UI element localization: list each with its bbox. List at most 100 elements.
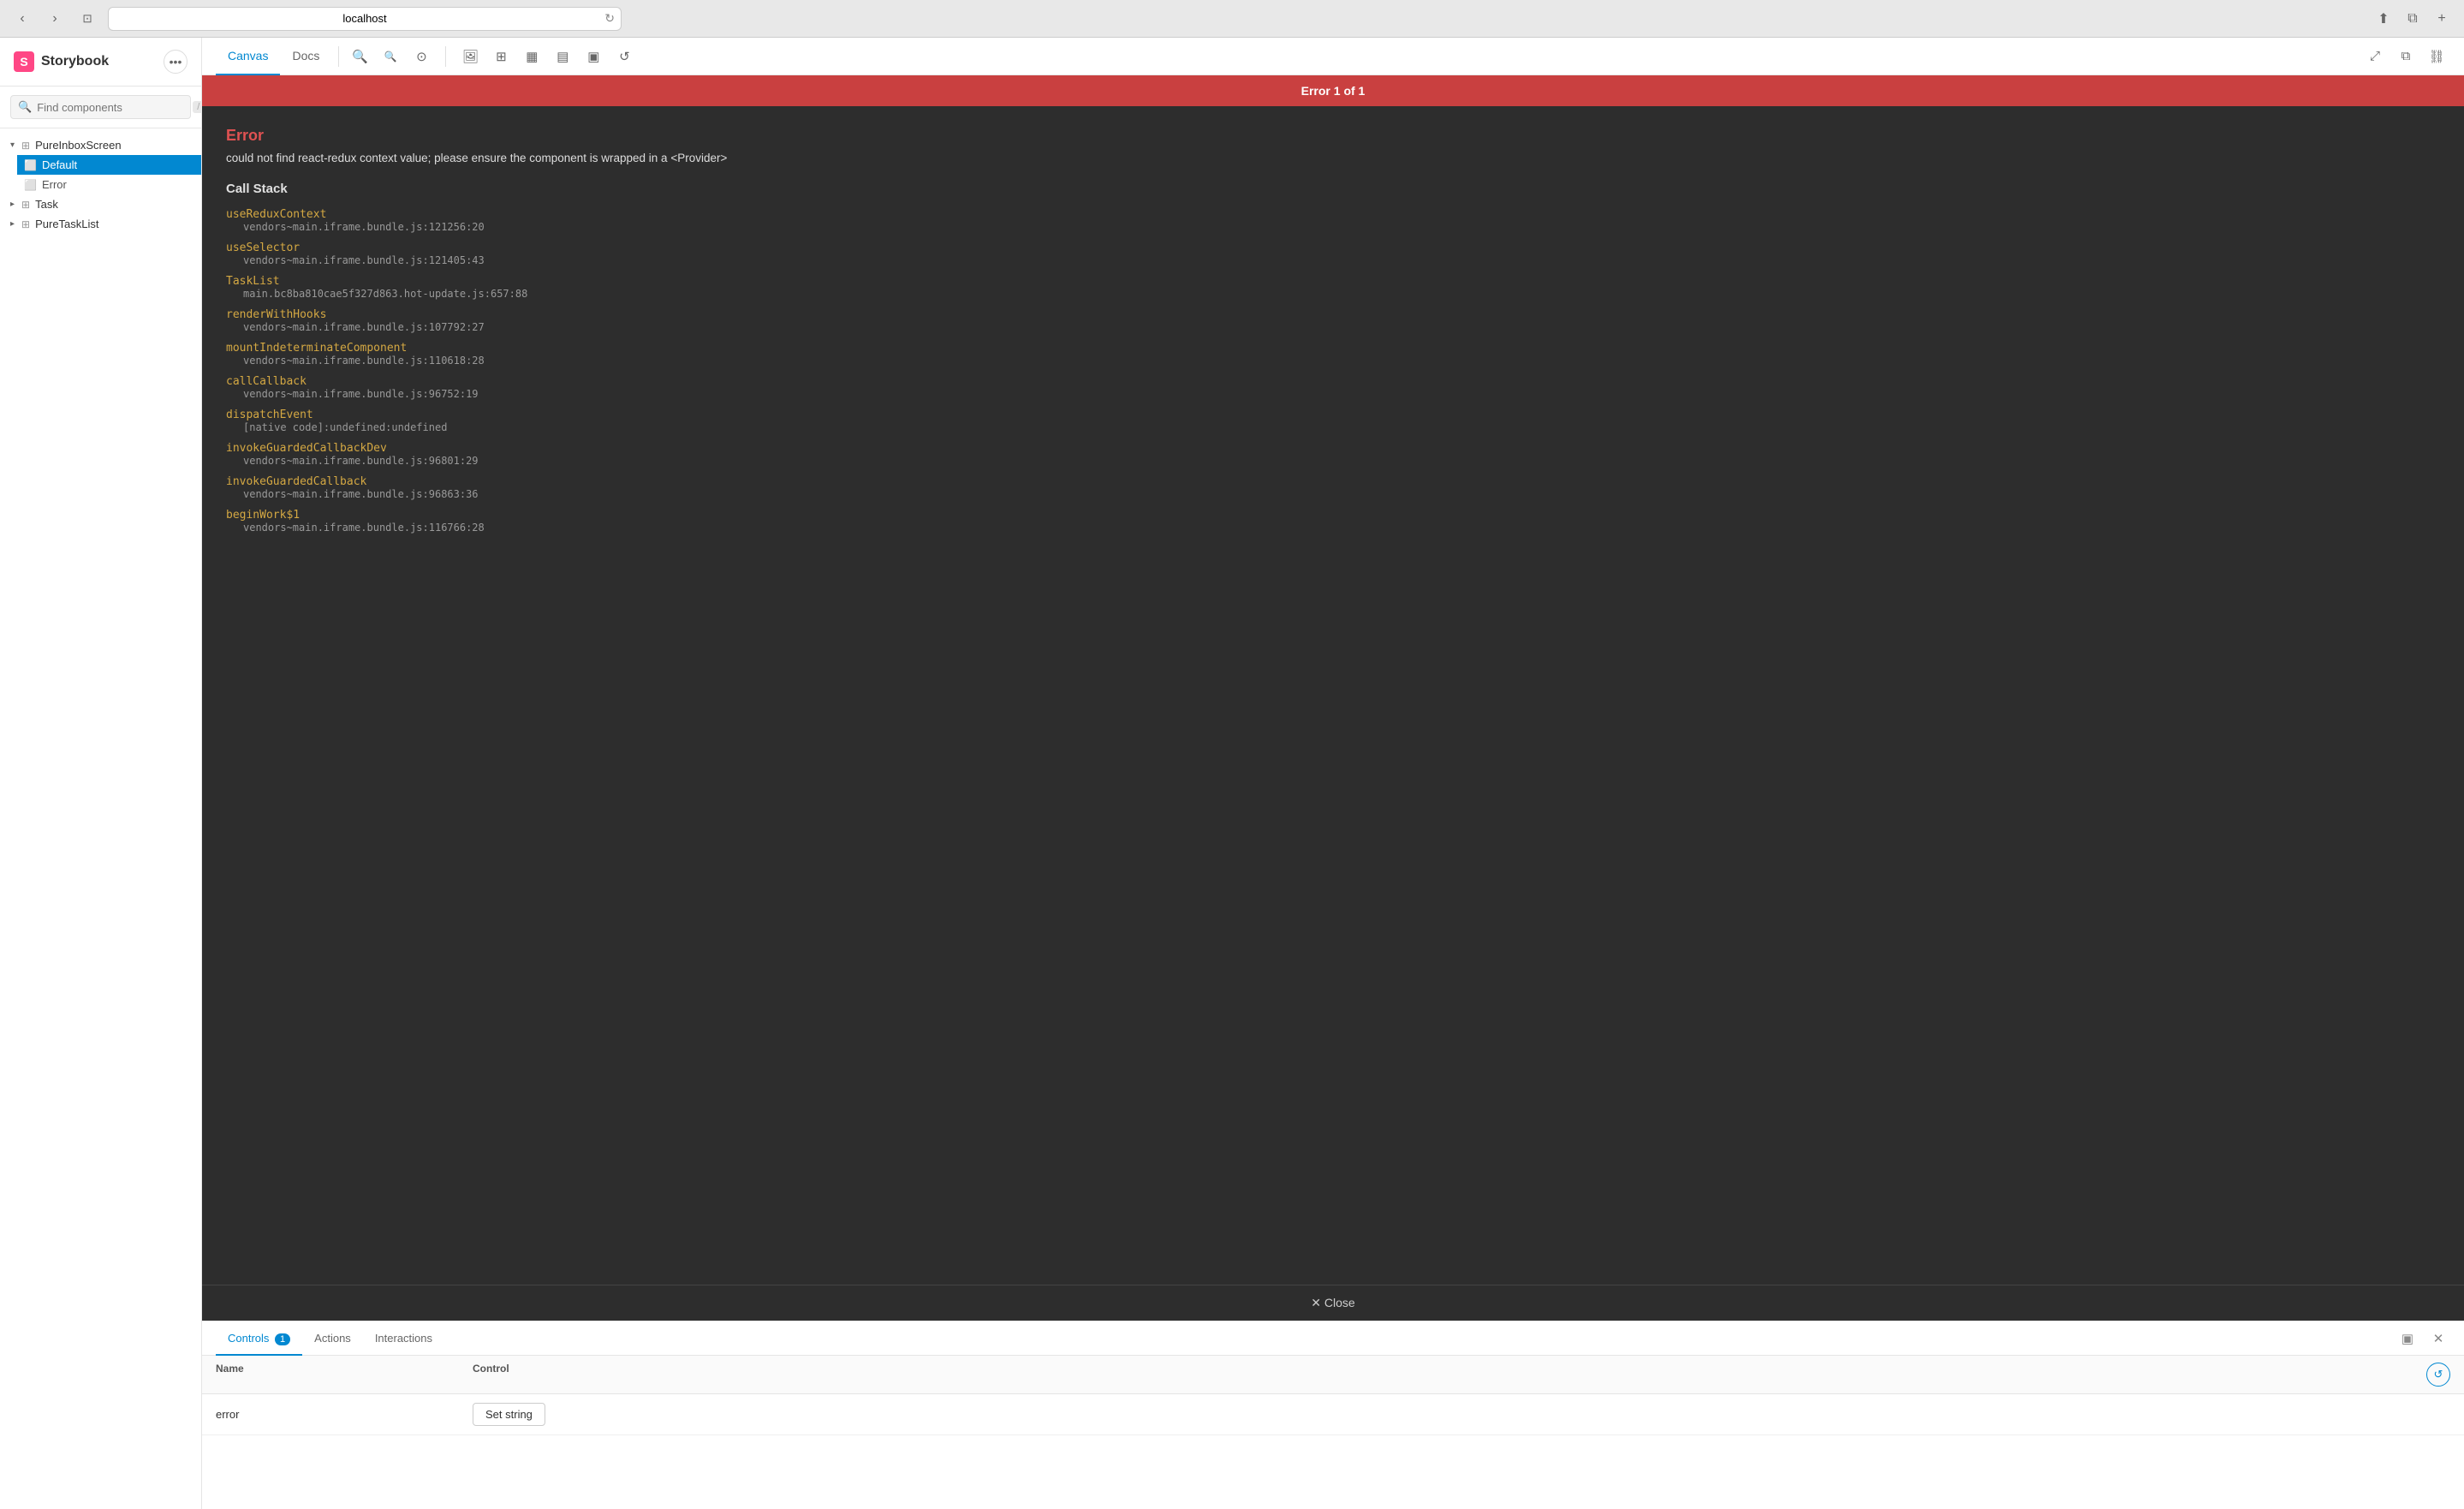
stack-loc: vendors~main.iframe.bundle.js:107792:27 <box>226 321 2440 333</box>
main-content: Canvas Docs 🔍 🔍 ⊙ 🖼 ⊞ ▦ ▤ ▣ ↺ ⤢ ⧉ ⛓ <box>202 38 2464 1509</box>
error-message: could not find react-redux context value… <box>226 152 2440 164</box>
view-outline-button[interactable]: ▣ <box>580 43 607 70</box>
stack-loc: vendors~main.iframe.bundle.js:96863:36 <box>226 488 2440 500</box>
call-stack-title: Call Stack <box>226 182 2440 196</box>
panel-close-button[interactable]: ✕ <box>2426 1327 2450 1351</box>
stack-fn: beginWork$1 <box>226 509 2440 522</box>
sidebar-item-error-label: Error <box>42 178 67 191</box>
sidebar-logo: S Storybook <box>14 51 109 72</box>
control-row-error: error Set string <box>202 1394 2464 1435</box>
sidebar-menu-button[interactable]: ••• <box>164 50 187 74</box>
toolbar-icons: 🔍 🔍 ⊙ 🖼 ⊞ ▦ ▤ ▣ ↺ <box>346 43 638 70</box>
tree-expand-icon: ▾ <box>10 140 15 150</box>
stack-frame: useReduxContext vendors~main.iframe.bund… <box>226 208 2440 233</box>
storybook-logo-icon: S <box>14 51 34 72</box>
controls-table-header: Name Control ↺ <box>202 1356 2464 1394</box>
stack-loc: vendors~main.iframe.bundle.js:116766:28 <box>226 522 2440 534</box>
bottom-panel: Controls 1 Actions Interactions ▣ ✕ Name <box>202 1321 2464 1509</box>
stack-loc: vendors~main.iframe.bundle.js:96801:29 <box>226 455 2440 467</box>
error-banner: Error 1 of 1 <box>202 75 2464 106</box>
zoom-out-button[interactable]: 🔍 <box>377 43 404 70</box>
refresh-button[interactable]: ↺ <box>610 43 638 70</box>
stack-fn: useReduxContext <box>226 208 2440 221</box>
stack-loc: vendors~main.iframe.bundle.js:96752:19 <box>226 388 2440 400</box>
search-input[interactable] <box>37 101 187 114</box>
zoom-in-button[interactable]: 🔍 <box>346 43 373 70</box>
stack-loc: [native code]:undefined:undefined <box>226 421 2440 433</box>
search-bar: 🔍 / <box>0 86 201 128</box>
link-button[interactable]: ⛓ <box>2423 43 2450 70</box>
view-grid-button[interactable]: ⊞ <box>487 43 515 70</box>
tab-controls[interactable]: Controls 1 <box>216 1321 302 1356</box>
address-bar[interactable] <box>108 7 622 31</box>
error-panel: Error could not find react-redux context… <box>202 106 2464 1285</box>
panel-layout-button[interactable]: ▣ <box>2396 1327 2419 1351</box>
toolbar-divider-2 <box>445 46 446 67</box>
toolbar-right: ⤢ ⧉ ⛓ <box>2361 43 2450 70</box>
stack-loc: vendors~main.iframe.bundle.js:121405:43 <box>226 254 2440 266</box>
header-control: Control <box>473 1363 2426 1387</box>
tab-actions[interactable]: Actions <box>302 1321 363 1356</box>
refresh-icon[interactable]: ↻ <box>604 11 615 26</box>
component-icon: ⊞ <box>21 218 30 230</box>
tab-actions-label: Actions <box>314 1332 351 1345</box>
sidebar-item-pure-inbox-screen[interactable]: ▾ ⊞ PureInboxScreen <box>0 135 201 155</box>
sidebar-item-default-label: Default <box>42 158 77 171</box>
browser-back-button[interactable]: ‹ <box>10 7 34 31</box>
search-input-wrapper: 🔍 / <box>10 95 191 119</box>
tab-interactions-label: Interactions <box>375 1332 432 1345</box>
address-bar-wrapper: 🔒 ↻ <box>108 7 622 31</box>
stack-frame: invokeGuardedCallbackDev vendors~main.if… <box>226 442 2440 467</box>
tab-canvas[interactable]: Canvas <box>216 38 280 75</box>
view-sidebar-button[interactable]: ▤ <box>549 43 576 70</box>
fullscreen-button[interactable]: ⤢ <box>2361 43 2389 70</box>
stack-frame: invokeGuardedCallback vendors~main.ifram… <box>226 475 2440 500</box>
sidebar-item-default[interactable]: ⬜ Default <box>17 155 201 175</box>
sidebar-item-task[interactable]: ▸ ⊞ Task <box>0 194 201 214</box>
stack-frame: dispatchEvent [native code]:undefined:un… <box>226 409 2440 433</box>
stack-fn: dispatchEvent <box>226 409 2440 421</box>
browser-sidebar-button[interactable]: ⊡ <box>75 7 99 31</box>
stack-frame: mountIndeterminateComponent vendors~main… <box>226 342 2440 367</box>
stack-fn: invokeGuardedCallback <box>226 475 2440 488</box>
reset-zoom-button[interactable]: ⊙ <box>408 43 435 70</box>
view-single-button[interactable]: 🖼 <box>456 43 484 70</box>
browser-forward-button[interactable]: › <box>43 7 67 31</box>
reset-all-button[interactable]: ↺ <box>2426 1363 2450 1387</box>
browser-resize-button[interactable]: ⧉ <box>2401 7 2425 31</box>
sidebar: S Storybook ••• 🔍 / ▾ ⊞ PureInboxScreen … <box>0 38 202 1509</box>
stack-fn: mountIndeterminateComponent <box>226 342 2440 355</box>
app-container: S Storybook ••• 🔍 / ▾ ⊞ PureInboxScreen … <box>0 38 2464 1509</box>
sidebar-header: S Storybook ••• <box>0 38 201 86</box>
sidebar-item-pure-task-list[interactable]: ▸ ⊞ PureTaskList <box>0 214 201 234</box>
error-title: Error <box>226 127 2440 145</box>
tab-controls-count: 1 <box>275 1333 290 1345</box>
tab-interactions[interactable]: Interactions <box>363 1321 444 1356</box>
open-new-tab-button[interactable]: ⧉ <box>2392 43 2419 70</box>
control-value-error: Set string <box>473 1403 2450 1426</box>
stack-fn: renderWithHooks <box>226 308 2440 321</box>
sidebar-item-label: PureInboxScreen <box>35 139 121 152</box>
pure-inbox-screen-children: ⬜ Default ⬜ Error <box>0 155 201 194</box>
set-string-button[interactable]: Set string <box>473 1403 545 1426</box>
story-icon: ⬜ <box>24 159 37 171</box>
sidebar-item-error[interactable]: ⬜ Error <box>17 175 201 194</box>
story-icon: ⬜ <box>24 179 37 191</box>
stack-fn: invokeGuardedCallbackDev <box>226 442 2440 455</box>
stack-frame: useSelector vendors~main.iframe.bundle.j… <box>226 242 2440 266</box>
storybook-logo-text: Storybook <box>41 54 109 69</box>
close-bar[interactable]: ✕ Close <box>202 1285 2464 1321</box>
panel-tabs: Controls 1 Actions Interactions ▣ ✕ <box>202 1321 2464 1356</box>
stack-frames: useReduxContext vendors~main.iframe.bund… <box>226 208 2440 534</box>
browser-new-tab-button[interactable]: + <box>2430 7 2454 31</box>
component-icon: ⊞ <box>21 140 30 152</box>
tab-docs[interactable]: Docs <box>280 38 331 75</box>
stack-loc: vendors~main.iframe.bundle.js:121256:20 <box>226 221 2440 233</box>
sidebar-item-task-label: Task <box>35 198 58 211</box>
browser-chrome: ‹ › ⊡ 🔒 ↻ ⬆ ⧉ + <box>0 0 2464 38</box>
stack-loc: main.bc8ba810cae5f327d863.hot-update.js:… <box>226 288 2440 300</box>
browser-share-button[interactable]: ⬆ <box>2372 7 2396 31</box>
header-name: Name <box>216 1363 473 1387</box>
component-icon: ⊞ <box>21 199 30 211</box>
view-list-button[interactable]: ▦ <box>518 43 545 70</box>
